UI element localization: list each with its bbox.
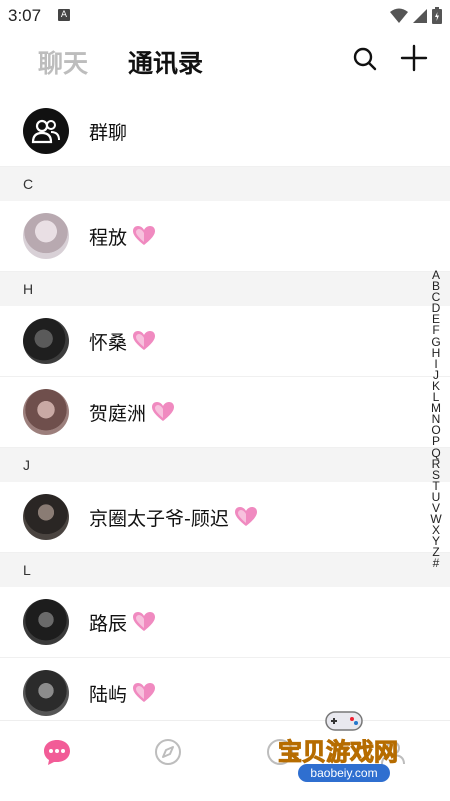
section-header-h: H [0, 272, 450, 306]
header: 聊天 通讯录 [0, 30, 450, 90]
heart-icon [152, 402, 175, 421]
status-bar: 3:07 A [0, 0, 450, 30]
contact-name: 贺庭洲 [89, 402, 147, 425]
contact-name: 京圈太子爷-顾迟 [89, 507, 229, 530]
section-header-j: J [0, 448, 450, 482]
contact-list: 群聊 C 程放 H 怀桑 贺庭洲 J 京圈太子爷-顾迟 L 路辰 陆屿 [0, 96, 450, 729]
contact-row[interactable]: 怀桑 [0, 306, 450, 377]
signal-icon [413, 8, 427, 23]
contact-name: 程放 [89, 226, 128, 249]
wifi-icon [390, 8, 408, 23]
status-icons [390, 7, 442, 24]
avatar [23, 213, 69, 259]
search-icon[interactable] [352, 46, 378, 72]
contact-name: 路辰 [89, 612, 128, 635]
compass-icon[interactable] [153, 737, 183, 767]
contact-row[interactable]: 路辰 [0, 587, 450, 658]
watermark-url: baobeiy.com [298, 764, 390, 782]
alphabet-index[interactable]: A B C D E F G H I J K L M N O P Q R S T U V W X Y Z # [428, 269, 444, 570]
tab-chat[interactable]: 聊天 [38, 44, 88, 80]
status-time: 3:07 [8, 6, 42, 25]
avatar [23, 389, 69, 435]
contact-name: 陆屿 [89, 683, 128, 706]
add-icon[interactable] [400, 44, 428, 72]
avatar [23, 670, 69, 716]
avatar [23, 318, 69, 364]
notification-badge: A [58, 9, 70, 21]
contact-row[interactable]: 京圈太子爷-顾迟 [0, 482, 450, 553]
heart-icon [133, 683, 156, 702]
group-chat-row[interactable]: 群聊 [0, 96, 450, 167]
section-header-l: L [0, 553, 450, 587]
avatar [23, 494, 69, 540]
heart-icon [133, 331, 156, 350]
heart-icon [133, 226, 156, 245]
group-chat-icon [23, 108, 69, 154]
avatar [23, 599, 69, 645]
heart-icon [133, 612, 156, 631]
contact-row[interactable]: 程放 [0, 201, 450, 272]
watermark-title: 宝贝游戏网 [278, 738, 399, 767]
gamepad-icon [325, 711, 363, 731]
group-chat-label: 群聊 [89, 121, 128, 144]
contact-name: 怀桑 [89, 331, 128, 354]
section-header-c: C [0, 167, 450, 201]
chat-bubble-icon[interactable] [42, 737, 72, 767]
tab-contacts[interactable]: 通讯录 [128, 44, 203, 80]
battery-icon [432, 7, 442, 24]
watermark-logo: 宝贝游戏网 baobeiy.com [270, 708, 420, 788]
heart-icon [234, 507, 257, 526]
contact-row[interactable]: 贺庭洲 [0, 377, 450, 448]
alphabet-index-letter[interactable]: # [433, 557, 440, 569]
